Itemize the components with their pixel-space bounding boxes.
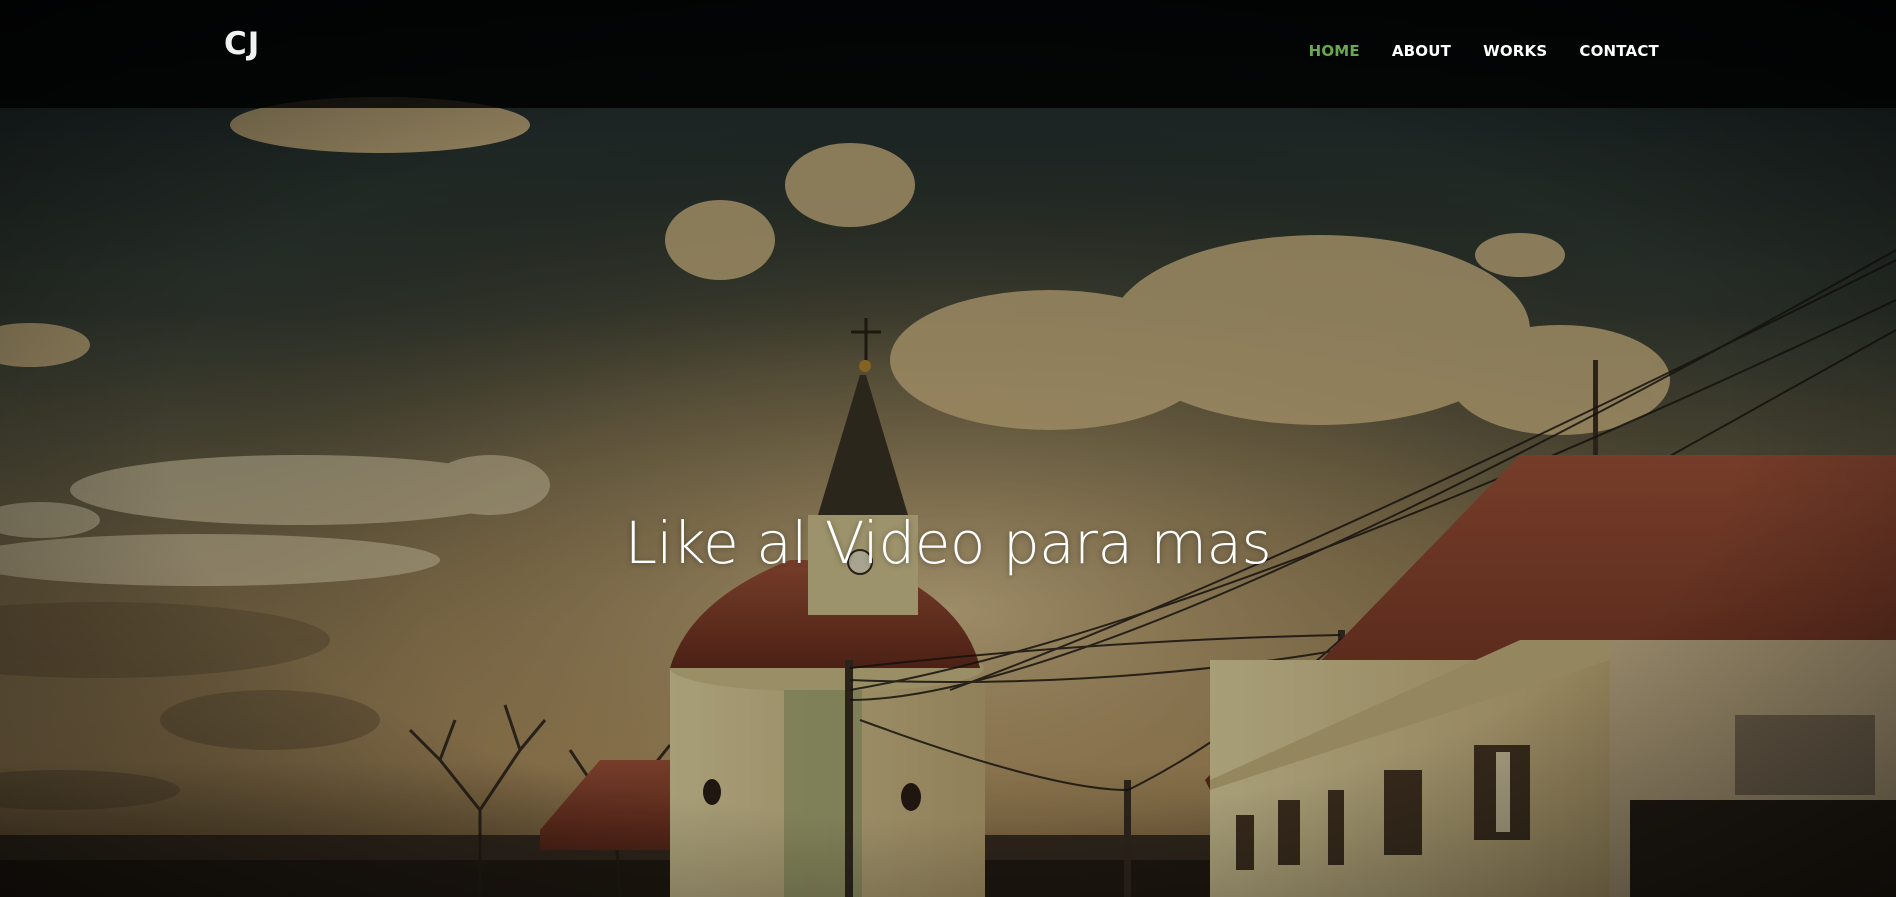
nav-item-home: HOME [1309, 42, 1360, 61]
nav-item-works: WORKS [1483, 42, 1547, 61]
hero-headline: Like al Video para mas [624, 508, 1272, 577]
main-nav: HOME ABOUT WORKS CONTACT [1309, 42, 1659, 61]
hero-section [0, 0, 1896, 897]
nav-link-about[interactable]: ABOUT [1392, 42, 1451, 60]
nav-link-works[interactable]: WORKS [1483, 42, 1547, 60]
nav-link-home[interactable]: HOME [1309, 42, 1360, 60]
hero-background-image [0, 0, 1896, 897]
brand-logo[interactable]: CJ [224, 26, 260, 62]
nav-item-about: ABOUT [1392, 42, 1451, 61]
nav-item-contact: CONTACT [1579, 42, 1659, 61]
nav-link-contact[interactable]: CONTACT [1579, 42, 1659, 60]
top-navbar: CJ HOME ABOUT WORKS CONTACT [0, 0, 1896, 108]
